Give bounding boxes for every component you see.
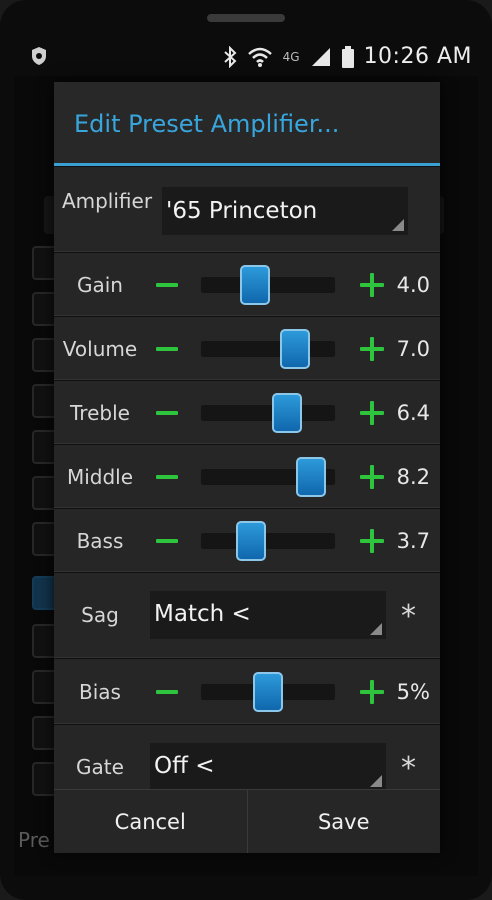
dialog-button-bar: Cancel Save <box>54 789 440 853</box>
shield-icon <box>32 47 46 65</box>
bias-minus-button[interactable] <box>156 690 178 694</box>
sag-value: Match < <box>154 601 251 627</box>
middle-plus-button[interactable] <box>360 465 384 489</box>
gain-slider-thumb[interactable] <box>239 265 270 305</box>
slider-row-volume: Volume 7.0 <box>54 316 440 380</box>
bass-value: 3.7 <box>396 529 430 553</box>
dialog-content: Amplifier '65 Princeton Gain 4.0 Volume <box>54 166 440 810</box>
treble-minus-button[interactable] <box>156 411 178 415</box>
bass-slider-track[interactable] <box>201 533 335 549</box>
bluetooth-icon <box>223 45 237 68</box>
sag-row: Sag Match < * <box>54 572 440 658</box>
slider-row-bias: Bias 5% <box>54 658 440 724</box>
bass-plus-button[interactable] <box>360 529 384 553</box>
sag-label: Sag <box>81 603 119 627</box>
volume-value: 7.0 <box>396 337 430 361</box>
wifi-icon <box>247 47 272 67</box>
amplifier-spinner[interactable]: '65 Princeton <box>162 187 408 235</box>
middle-value: 8.2 <box>396 465 430 489</box>
slider-row-bass: Bass 3.7 <box>54 508 440 572</box>
status-bar: 4G 10:26 AM <box>18 40 478 76</box>
bass-minus-button[interactable] <box>156 539 178 543</box>
gate-asterisk: * <box>401 751 416 786</box>
volume-label: Volume <box>62 337 138 361</box>
clock: 10:26 AM <box>363 44 472 69</box>
network-type-label: 4G <box>282 49 300 64</box>
volume-plus-button[interactable] <box>360 337 384 361</box>
volume-slider-track[interactable] <box>201 341 335 357</box>
gain-plus-button[interactable] <box>360 273 384 297</box>
bass-slider-thumb[interactable] <box>235 521 266 561</box>
dialog-title: Edit Preset Amplifier... <box>74 110 340 138</box>
sag-asterisk: * <box>401 599 416 634</box>
amplifier-value: '65 Princeton <box>166 198 318 224</box>
gain-label: Gain <box>77 273 123 297</box>
gate-value: Off < <box>154 753 215 779</box>
gate-label: Gate <box>76 755 124 779</box>
treble-plus-button[interactable] <box>360 401 384 425</box>
save-button[interactable]: Save <box>246 790 441 853</box>
bass-label: Bass <box>76 529 124 553</box>
middle-label: Middle <box>66 465 134 489</box>
slider-row-treble: Treble 6.4 <box>54 380 440 444</box>
gain-minus-button[interactable] <box>156 283 178 287</box>
cancel-button[interactable]: Cancel <box>54 790 247 853</box>
slider-row-middle: Middle 8.2 <box>54 444 440 508</box>
signal-icon <box>311 47 330 66</box>
battery-icon <box>341 45 354 68</box>
phone-frame: 4G 10:26 AM Pre Edit Preset Amplifier...… <box>0 0 492 900</box>
sag-spinner[interactable]: Match < <box>150 591 386 639</box>
bias-label: Bias <box>79 680 121 704</box>
slider-row-gain: Gain 4.0 <box>54 252 440 316</box>
middle-slider-thumb[interactable] <box>295 457 326 497</box>
middle-minus-button[interactable] <box>156 475 178 479</box>
spinner-arrow-icon <box>370 623 382 635</box>
amplifier-row: Amplifier '65 Princeton <box>54 166 440 252</box>
amplifier-label: Amplifier <box>61 189 153 213</box>
treble-value: 6.4 <box>396 401 430 425</box>
volume-slider-thumb[interactable] <box>279 329 310 369</box>
speaker-grille <box>207 14 285 22</box>
spinner-arrow-icon <box>370 775 382 787</box>
bias-slider-thumb[interactable] <box>253 672 283 712</box>
gate-spinner[interactable]: Off < <box>150 743 386 791</box>
edit-preset-dialog: Edit Preset Amplifier... Amplifier '65 P… <box>54 82 440 853</box>
treble-slider-thumb[interactable] <box>271 393 302 433</box>
treble-slider-track[interactable] <box>201 405 335 421</box>
dialog-header: Edit Preset Amplifier... <box>54 82 440 166</box>
spinner-arrow-icon <box>392 219 404 231</box>
gain-value: 4.0 <box>396 273 430 297</box>
bias-plus-button[interactable] <box>360 680 384 704</box>
bias-value: 5% <box>396 680 430 704</box>
volume-minus-button[interactable] <box>156 347 178 351</box>
treble-label: Treble <box>70 401 130 425</box>
